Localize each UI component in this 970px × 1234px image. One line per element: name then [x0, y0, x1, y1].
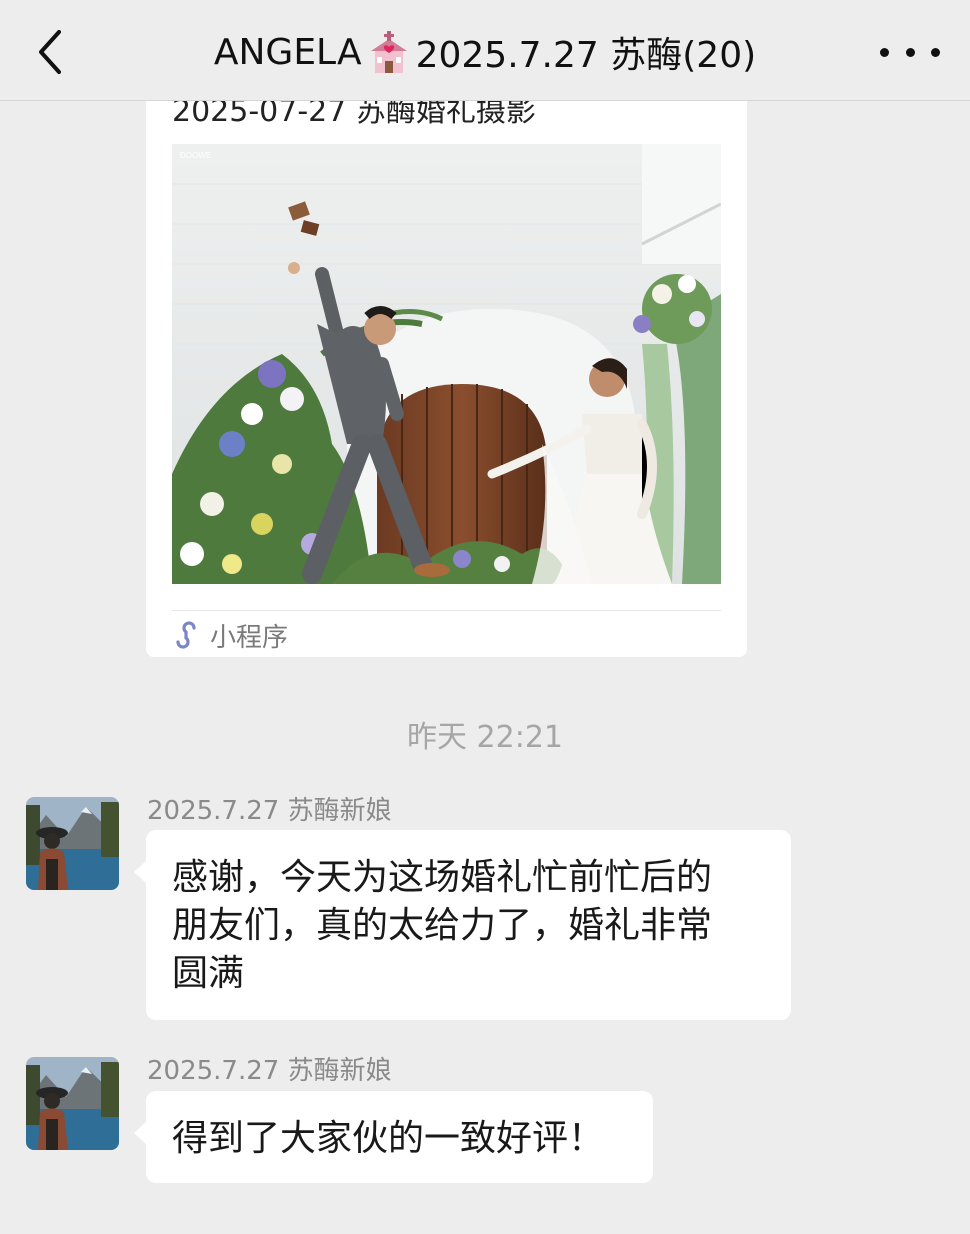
avatar[interactable]: [26, 1057, 119, 1150]
back-button[interactable]: [28, 26, 72, 78]
message-text-line: 圆满: [172, 953, 245, 994]
mini-program-icon: [176, 621, 196, 649]
lake-mountain-avatar-image: [26, 1057, 119, 1150]
lake-mountain-avatar-image: [26, 797, 119, 890]
dot-icon: [905, 47, 915, 57]
chevron-left-icon: [39, 30, 61, 74]
avatar[interactable]: [26, 797, 119, 890]
chat-header: ANGELA 2025.7.27 苏酶(20): [0, 0, 970, 101]
dot-icon: [880, 47, 889, 57]
message-text-line: 朋友们，真的太给力了，婚礼非常: [172, 905, 713, 946]
chat-title: ANGELA 2025.7.27 苏酶(20): [130, 26, 840, 78]
wedding-ceremony-photo: DOOWE: [172, 144, 721, 584]
photo-watermark: DOOWE: [180, 151, 211, 160]
more-options-button[interactable]: [880, 32, 940, 72]
message-bubble[interactable]: 得到了大家伙的一致好评！: [134, 1091, 653, 1183]
mini-program-label: 小程序: [210, 622, 289, 653]
message-bubble[interactable]: 感谢，今天为这场婚礼忙前忙后的 朋友们，真的太给力了，婚礼非常 圆满: [134, 830, 791, 1020]
chat-title-prefix: ANGELA: [213, 31, 362, 73]
divider: [172, 610, 721, 611]
sender-name: 2025.7.27 苏酶新娘: [147, 1056, 392, 1086]
dot-icon: [931, 47, 940, 57]
mini-program-card[interactable]: 2025-07-27 苏酶婚礼摄影 DOOWE 小程序: [146, 80, 747, 657]
chat-title-suffix: 2025.7.27 苏酶(20): [415, 35, 757, 76]
message-text-line: 得到了大家伙的一致好评！: [172, 1118, 605, 1159]
sender-name: 2025.7.27 苏酶新娘: [147, 796, 392, 826]
message-text-line: 感谢，今天为这场婚礼忙前忙后的: [172, 857, 713, 898]
mini-program-footer: 小程序: [172, 618, 289, 653]
message-timestamp: 昨天 22:21: [407, 720, 563, 755]
wedding-chapel-emoji: [370, 31, 407, 73]
